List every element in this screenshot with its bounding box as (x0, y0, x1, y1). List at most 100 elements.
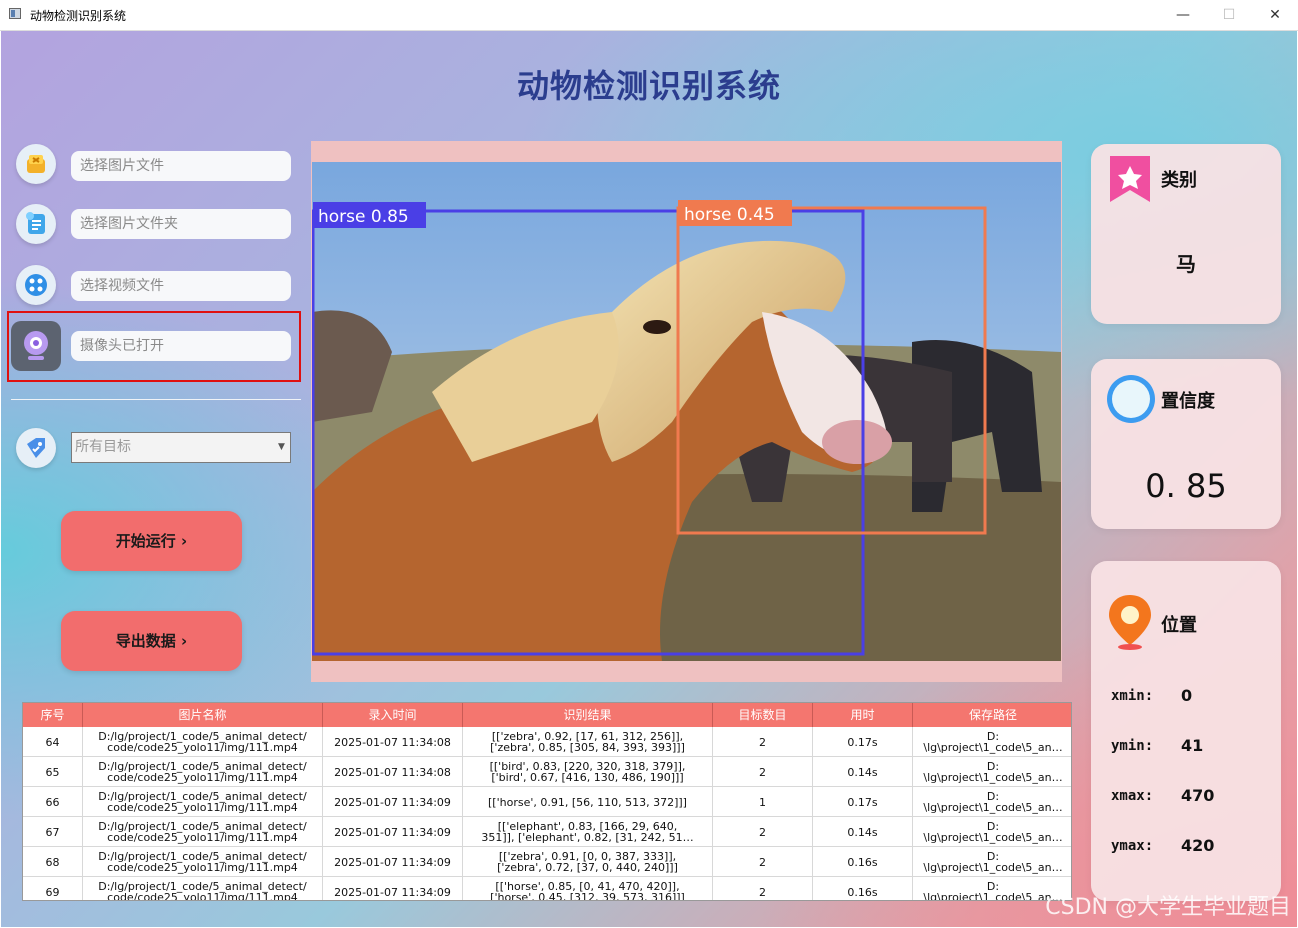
row-result: [['zebra', 0.92, [17, 61, 312, 256]], ['… (463, 727, 713, 757)
row-time: 2025-01-07 11:34:09 (323, 877, 463, 900)
row-index: 68 (23, 847, 83, 877)
row-image-name: D:/lg/project/1_code/5_animal_detect/ co… (83, 727, 323, 757)
row-index: 67 (23, 817, 83, 847)
row-count: 2 (713, 817, 813, 847)
confidence-ring-icon (1107, 375, 1155, 423)
xmax-value: 470 (1181, 786, 1215, 805)
row-duration: 0.16s (813, 877, 913, 900)
row-index: 64 (23, 727, 83, 757)
export-button[interactable]: 导出数据 › (61, 611, 242, 671)
row-index: 66 (23, 787, 83, 817)
detection-image: horse 0.85 horse 0.45 (312, 162, 1061, 661)
row-image-name: D:/lg/project/1_code/5_animal_detect/ co… (83, 877, 323, 900)
category-title: 类别 (1161, 170, 1197, 191)
xmin-value: 0 (1181, 686, 1193, 705)
table-row[interactable]: 69 D:/lg/project/1_code/5_animal_detect/ … (23, 877, 1071, 900)
start-button[interactable]: 开始运行 › (61, 511, 242, 571)
row-save-path: D: \lg\project\1_code\5_an… (923, 790, 1063, 814)
window-title: 动物检测识别系统 (30, 9, 127, 23)
row-duration: 0.14s (813, 757, 913, 787)
image-file-icon[interactable] (16, 144, 56, 184)
header-image-name[interactable]: 图片名称 (83, 703, 323, 727)
ymax-label: ymax: (1111, 838, 1154, 854)
row-count: 2 (713, 727, 813, 757)
window-titlebar: 动物检测识别系统 — ☐ ✕ (0, 0, 1298, 31)
table-row[interactable]: 65 D:/lg/project/1_code/5_animal_detect/ … (23, 757, 1071, 787)
row-image-name: D:/lg/project/1_code/5_animal_detect/ co… (83, 847, 323, 877)
header-count[interactable]: 目标数目 (713, 703, 813, 727)
detection-label-2: horse 0.45 (684, 205, 775, 225)
camera-input[interactable]: 摄像头已打开 (71, 331, 291, 361)
confidence-value: 0. 85 (1145, 467, 1227, 505)
ymin-label: ymin: (1111, 738, 1154, 754)
header-duration[interactable]: 用时 (813, 703, 913, 727)
header-index[interactable]: 序号 (23, 703, 83, 727)
category-card: 类别 马 (1091, 144, 1281, 324)
row-result: [['zebra', 0.91, [0, 0, 387, 333]], ['ze… (463, 847, 713, 877)
header-result[interactable]: 识别结果 (463, 703, 713, 727)
row-index: 69 (23, 877, 83, 900)
table-row[interactable]: 67 D:/lg/project/1_code/5_animal_detect/ … (23, 817, 1071, 847)
location-pin-icon (1109, 595, 1151, 650)
maximize-button[interactable]: ☐ (1206, 0, 1252, 30)
row-image-name: D:/lg/project/1_code/5_animal_detect/ co… (83, 787, 323, 817)
row-save-path: D: \lg\project\1_code\5_an… (923, 850, 1063, 874)
row-save-path: D: \lg\project\1_code\5_an… (923, 760, 1063, 784)
row-index: 65 (23, 757, 83, 787)
results-table[interactable]: 序号 图片名称 录入时间 识别结果 目标数目 用时 保存路径 64 D:/lg/p… (22, 702, 1072, 901)
bookmark-star-icon (1110, 156, 1150, 202)
xmax-label: xmax: (1111, 788, 1154, 804)
row-count: 2 (713, 847, 813, 877)
row-time: 2025-01-07 11:34:09 (323, 817, 463, 847)
row-duration: 0.16s (813, 847, 913, 877)
category-value: 马 (1176, 252, 1196, 276)
target-select[interactable]: 所有目标 ▼ (71, 432, 291, 463)
row-duration: 0.14s (813, 817, 913, 847)
target-select-value: 所有目标 (75, 439, 131, 455)
row-image-name: D:/lg/project/1_code/5_animal_detect/ co… (83, 757, 323, 787)
row-count: 1 (713, 787, 813, 817)
row-result: [['horse', 0.85, [0, 41, 470, 420]], ['h… (463, 877, 713, 900)
table-row[interactable]: 68 D:/lg/project/1_code/5_animal_detect/ … (23, 847, 1071, 877)
position-title: 位置 (1161, 615, 1197, 636)
image-file-input[interactable]: 选择图片文件 (71, 151, 291, 181)
row-result: [['elephant', 0.83, [166, 29, 640, 351]]… (463, 817, 713, 847)
row-time: 2025-01-07 11:34:08 (323, 757, 463, 787)
image-folder-input[interactable]: 选择图片文件夹 (71, 209, 291, 239)
row-result: [['horse', 0.91, [56, 110, 513, 372]]] (463, 787, 713, 817)
target-tag-icon (16, 428, 56, 468)
table-header: 序号 图片名称 录入时间 识别结果 目标数目 用时 保存路径 (23, 703, 1071, 727)
divider (11, 399, 301, 400)
ymin-value: 41 (1181, 736, 1204, 755)
close-button[interactable]: ✕ (1252, 0, 1298, 30)
app-window-icon (9, 8, 21, 19)
row-time: 2025-01-07 11:34:09 (323, 847, 463, 877)
position-card: 位置 xmin: 0 ymin: 41 xmax: 470 ymax: 420 (1091, 561, 1281, 901)
main-window: 动物检测识别系统 选择图片文件 选择图片文件夹 选择视频文件 摄像头已打开 所有… (1, 31, 1297, 927)
confidence-card: 置信度 0. 85 (1091, 359, 1281, 529)
video-file-input[interactable]: 选择视频文件 (71, 271, 291, 301)
row-time: 2025-01-07 11:34:09 (323, 787, 463, 817)
image-folder-icon[interactable] (16, 204, 56, 244)
table-row[interactable]: 64 D:/lg/project/1_code/5_animal_detect/ … (23, 727, 1071, 757)
detection-label-1: horse 0.85 (318, 207, 409, 227)
watermark: CSDN @大学生毕业题目 (1045, 895, 1291, 920)
header-save-path[interactable]: 保存路径 (913, 703, 1071, 727)
confidence-title: 置信度 (1161, 391, 1215, 412)
chevron-down-icon[interactable]: ▼ (276, 439, 287, 455)
row-result: [['bird', 0.83, [220, 320, 318, 379]], [… (463, 757, 713, 787)
camera-icon[interactable] (11, 321, 61, 371)
app-title: 动物检测识别系统 (516, 67, 781, 105)
minimize-button[interactable]: — (1160, 0, 1206, 30)
video-file-icon[interactable] (16, 265, 56, 305)
row-duration: 0.17s (813, 727, 913, 757)
row-count: 2 (713, 877, 813, 900)
table-row[interactable]: 66 D:/lg/project/1_code/5_animal_detect/ … (23, 787, 1071, 817)
row-duration: 0.17s (813, 787, 913, 817)
row-count: 2 (713, 757, 813, 787)
row-time: 2025-01-07 11:34:08 (323, 727, 463, 757)
xmin-label: xmin: (1111, 688, 1154, 704)
header-time[interactable]: 录入时间 (323, 703, 463, 727)
row-save-path: D: \lg\project\1_code\5_an… (923, 730, 1063, 754)
ymax-value: 420 (1181, 836, 1215, 855)
